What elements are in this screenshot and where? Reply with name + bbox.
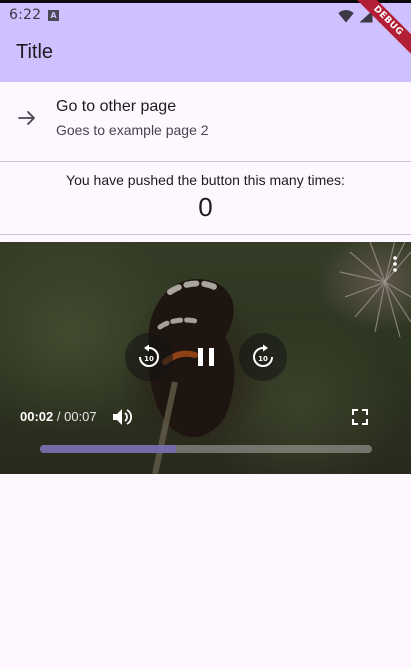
counter-label: You have pushed the button this many tim… — [66, 172, 345, 188]
time-separator: / — [53, 409, 65, 424]
counter-value: 0 — [198, 192, 213, 222]
battery-icon — [378, 9, 387, 23]
status-icons — [338, 9, 387, 23]
tile-title: Go to other page — [56, 98, 177, 115]
app-bar: Title — [0, 28, 411, 82]
page-title: Title — [16, 41, 54, 63]
volume-up-icon[interactable] — [112, 408, 133, 430]
time-display: 00:02 / 00:07 — [20, 409, 97, 424]
divider — [0, 234, 411, 235]
signal-icon — [359, 10, 373, 22]
play-pause-button[interactable] — [182, 333, 230, 381]
forward-seconds: 10 — [258, 355, 268, 363]
go-to-other-page-tile[interactable]: Go to other page Goes to example page 2 — [0, 82, 411, 162]
status-time: 6:22 — [9, 7, 42, 23]
forward-10-button[interactable]: 10 — [239, 333, 287, 381]
rewind-seconds: 10 — [144, 355, 154, 363]
wifi-icon — [338, 9, 354, 22]
total-duration: 00:07 — [64, 409, 97, 424]
tile-subtitle: Goes to example page 2 — [56, 122, 209, 138]
fullscreen-icon[interactable] — [352, 409, 368, 429]
notification-icon: A — [48, 10, 59, 21]
arrow-forward-icon — [17, 108, 37, 132]
video-progress-bar[interactable] — [40, 445, 372, 453]
progress-played — [40, 445, 177, 453]
forward-10-icon: 10 — [253, 344, 273, 367]
divider — [0, 161, 411, 162]
video-player[interactable]: 10 10 00:02 / 00:07 — [0, 242, 411, 474]
replay-10-icon: 10 — [139, 344, 159, 367]
status-bar: 6:22 A — [0, 0, 411, 28]
pause-icon — [198, 348, 214, 366]
more-vert-icon[interactable] — [393, 256, 397, 276]
rewind-10-button[interactable]: 10 — [125, 333, 173, 381]
current-position: 00:02 — [20, 409, 54, 424]
